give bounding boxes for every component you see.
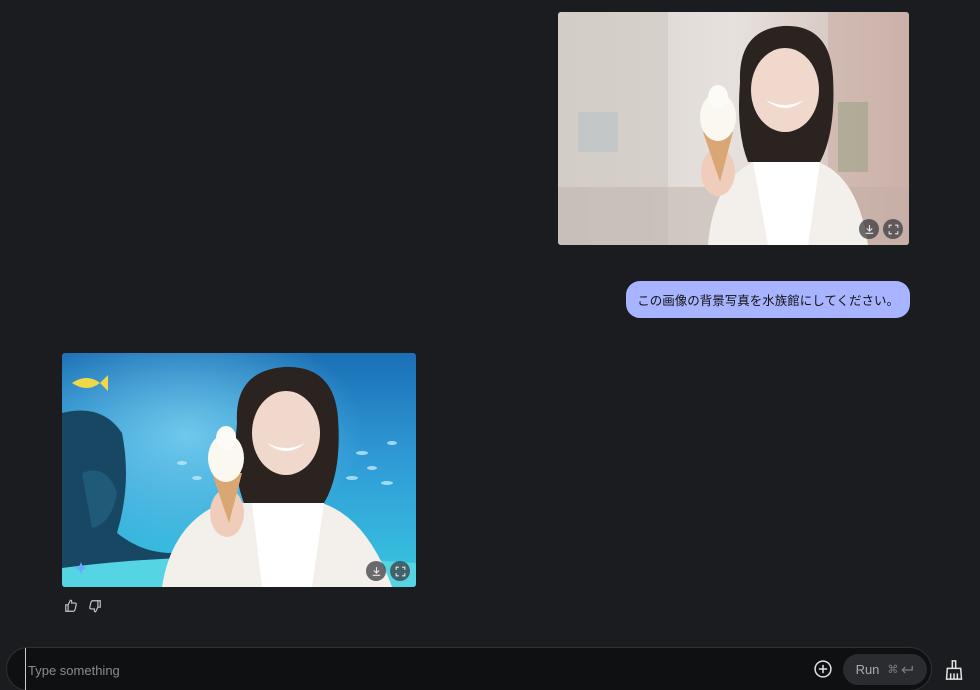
download-icon [372, 566, 380, 576]
thumbs-up-icon [65, 599, 77, 612]
feedback-buttons [64, 598, 102, 613]
run-label: Run [855, 662, 880, 677]
user-uploaded-image[interactable] [558, 12, 909, 245]
clear-chat-broom-icon[interactable] [944, 659, 964, 681]
download-icon [865, 224, 873, 234]
enter-key-icon [901, 665, 914, 673]
girl-aquarium-photo [62, 353, 416, 587]
prompt-input[interactable] [25, 648, 790, 690]
run-shortcut: ⌘ [887, 663, 914, 676]
girl-ice-cream-photo [558, 12, 909, 245]
fullscreen-button[interactable] [883, 219, 903, 239]
chat-area: この画像の背景写真を水族館にしてください。 Type something Run… [0, 0, 980, 690]
thumbs-up-button[interactable] [64, 598, 78, 612]
thumbs-down-button[interactable] [88, 598, 102, 613]
fullscreen-icon [395, 566, 405, 576]
add-media-icon[interactable] [813, 659, 833, 679]
command-key-label: ⌘ [887, 664, 899, 676]
image-actions [859, 219, 903, 239]
download-button[interactable] [859, 219, 879, 239]
prompt-input-bar: Run ⌘ [6, 647, 932, 690]
download-button[interactable] [366, 561, 386, 581]
fullscreen-button[interactable] [390, 561, 410, 581]
fullscreen-icon [888, 224, 898, 234]
model-generated-image[interactable] [62, 353, 416, 587]
user-message-bubble: この画像の背景写真を水族館にしてください。 [626, 281, 910, 318]
run-button[interactable]: Run ⌘ [843, 654, 927, 685]
image-actions [366, 561, 410, 581]
ai-sparkle-icon [74, 561, 88, 575]
thumbs-down-icon [89, 600, 101, 613]
